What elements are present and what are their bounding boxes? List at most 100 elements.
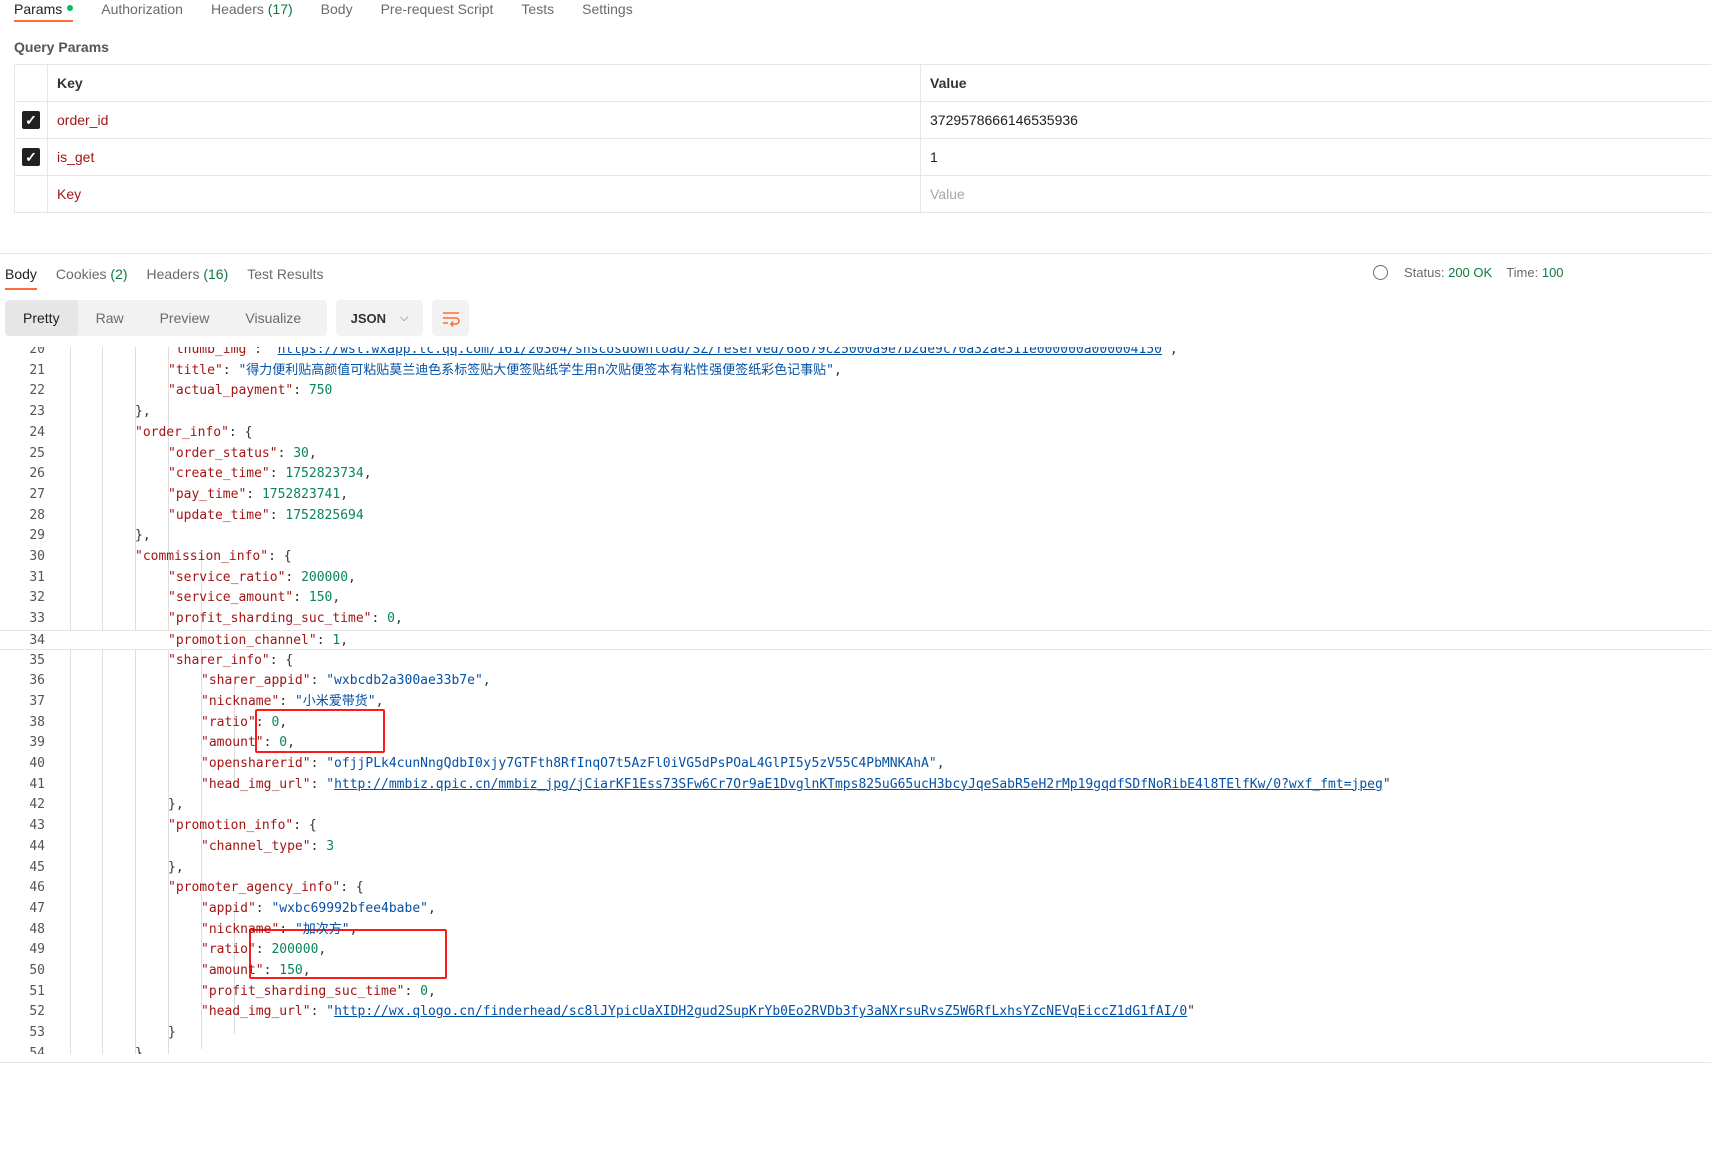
line-number: 49 — [29, 942, 45, 958]
param-value-cell[interactable]: 1 — [920, 138, 1711, 176]
code-token: 30 — [293, 445, 309, 461]
code-token: : — [316, 632, 333, 648]
pretty-button[interactable]: Pretty — [5, 300, 78, 336]
format-label: JSON — [350, 310, 387, 326]
code-token: : — [222, 362, 239, 378]
code-line: 44 "channel_type": 3 — [0, 837, 1711, 858]
tab-label: Authorization — [101, 1, 183, 17]
code-token: : — [255, 900, 272, 916]
code-line: 21 "title": "得力便利贴高颜值可粘贴莫兰迪色系标签贴大便签贴纸学生用n… — [0, 361, 1711, 382]
format-dropdown[interactable]: JSON ⌵ — [336, 300, 423, 336]
tab-settings[interactable]: Settings — [582, 0, 633, 24]
time-label: Time: — [1506, 265, 1539, 280]
url-link[interactable]: https://wst.wxapp.tc.qq.com/161/20304/sn… — [278, 347, 1162, 357]
code-token: : — [254, 347, 270, 357]
line-number: 26 — [29, 466, 45, 482]
param-key-cell[interactable]: is_get — [47, 138, 921, 176]
code-text: "title": "得力便利贴高颜值可粘贴莫兰迪色系标签贴大便签贴纸学生用n次贴… — [168, 361, 842, 382]
code-token: "得力便利贴高颜值可粘贴莫兰迪色系标签贴大便签贴纸学生用n次贴便签本有粘性强便签… — [238, 362, 834, 378]
code-token: "service_ratio" — [168, 569, 286, 585]
status-label: Status: — [1404, 265, 1445, 280]
tab-cookies[interactable]: Cookies (2) — [56, 265, 128, 283]
value-input[interactable]: Value — [920, 175, 1711, 213]
code-line: 30 "commission_info": { — [0, 547, 1711, 568]
code-text: }, — [168, 858, 184, 879]
code-text: "actual_payment": 750 — [168, 381, 332, 402]
line-number: 40 — [29, 756, 45, 771]
tab-pre-request-script[interactable]: Pre-request Script — [381, 0, 494, 24]
code-token: "nickname" — [201, 693, 280, 709]
code-line: 39 "amount": 0, — [0, 733, 1711, 754]
tab-tests[interactable]: Tests — [521, 0, 554, 24]
code-text: "ratio": 200000, — [201, 940, 326, 961]
tab-label: Pre-request Script — [380, 1, 494, 17]
raw-button[interactable]: Raw — [78, 300, 142, 336]
url-link[interactable]: http://mmbiz.qpic.cn/mmbiz_jpg/jCiarKF1E… — [334, 777, 1383, 792]
code-token: : — [310, 756, 327, 771]
code-text: } — [168, 1023, 176, 1044]
checkbox-checked-icon[interactable]: ✓ — [22, 111, 40, 129]
code-token: , — [375, 693, 384, 709]
code-token: "pay_time" — [168, 486, 247, 502]
code-token: "promotion_info" — [168, 818, 294, 834]
time-value[interactable]: 100 — [1542, 265, 1564, 280]
code-token: 1752823741 — [261, 486, 341, 502]
param-key-cell[interactable]: order_id — [47, 101, 921, 139]
wrap-lines-button[interactable] — [432, 300, 469, 336]
preview-button[interactable]: Preview — [142, 300, 228, 336]
code-line: 45}, — [0, 858, 1711, 879]
code-line: 49 "ratio": 200000, — [0, 940, 1711, 961]
tab-body[interactable]: Body — [321, 0, 353, 24]
code-text: "create_time": 1752823734, — [168, 464, 372, 485]
line-number: 54 — [29, 1045, 45, 1054]
url-link[interactable]: http://wx.qlogo.cn/finderhead/sc8lJYpicU… — [334, 1004, 1187, 1019]
tab-headers[interactable]: Headers (17) — [211, 0, 293, 24]
code-text: "promotion_channel": 1, — [168, 631, 348, 652]
param-value-cell[interactable]: 3729578666146535936 — [920, 101, 1711, 139]
tab-count: (17) — [267, 1, 293, 17]
line-number: 29 — [29, 528, 45, 544]
response-tabs: Body Cookies (2) Headers (16) Test Resul… — [5, 265, 343, 290]
code-token: : — [279, 693, 295, 709]
code-token: : — [404, 983, 421, 999]
tab-authorization[interactable]: Authorization — [101, 0, 183, 24]
code-token: "小米爱带货" — [294, 693, 376, 709]
code-token: , — [427, 983, 436, 999]
code-token: "order_status" — [168, 445, 278, 461]
code-text: "order_info": { — [135, 423, 252, 444]
response-code-editor[interactable]: 20 "thumb_img": "https://wst.wxapp.tc.qq.… — [0, 347, 1711, 1054]
tab-response-body[interactable]: Body — [5, 265, 37, 290]
code-line: 26 "create_time": 1752823734, — [0, 464, 1711, 485]
tab-label: Headers — [210, 1, 264, 17]
code-token: 1752825694 — [285, 507, 364, 523]
globe-icon[interactable] — [1373, 265, 1388, 280]
line-number: 44 — [29, 838, 45, 854]
code-token: , — [482, 673, 491, 689]
code-token: , — [332, 590, 341, 606]
tab-params[interactable]: Params — [14, 0, 74, 24]
code-text: "promoter_agency_info": { — [168, 878, 364, 899]
code-token: , — [363, 466, 372, 482]
code-token: : — [285, 569, 302, 585]
key-input[interactable]: Key — [47, 175, 921, 213]
code-line: 54} — [0, 1044, 1711, 1054]
response-status: Status: 200 OK Time: 100 — [1373, 265, 1578, 280]
tab-response-headers[interactable]: Headers (16) — [147, 265, 229, 283]
code-line: 34 "promotion_channel": 1, — [0, 629, 1711, 652]
code-token: 1752823734 — [285, 466, 364, 482]
code-token: " — [326, 776, 335, 792]
code-token: "amount" — [201, 963, 264, 978]
visualize-button[interactable]: Visualize — [227, 300, 319, 336]
code-token: "wxbc69992bfee4babe" — [271, 900, 428, 916]
line-number: 33 — [29, 611, 45, 627]
tab-test-results[interactable]: Test Results — [247, 265, 323, 283]
tab-label: Params — [14, 1, 63, 17]
key-column-header: Key — [47, 64, 921, 102]
checkbox-checked-icon[interactable]: ✓ — [22, 148, 40, 166]
code-token: : — [310, 1004, 327, 1020]
line-number: 35 — [29, 652, 45, 668]
code-token: "amount" — [201, 735, 264, 751]
code-token: "commission_info" — [135, 549, 269, 564]
line-number: 30 — [29, 549, 45, 564]
status-value[interactable]: 200 OK — [1448, 265, 1492, 280]
